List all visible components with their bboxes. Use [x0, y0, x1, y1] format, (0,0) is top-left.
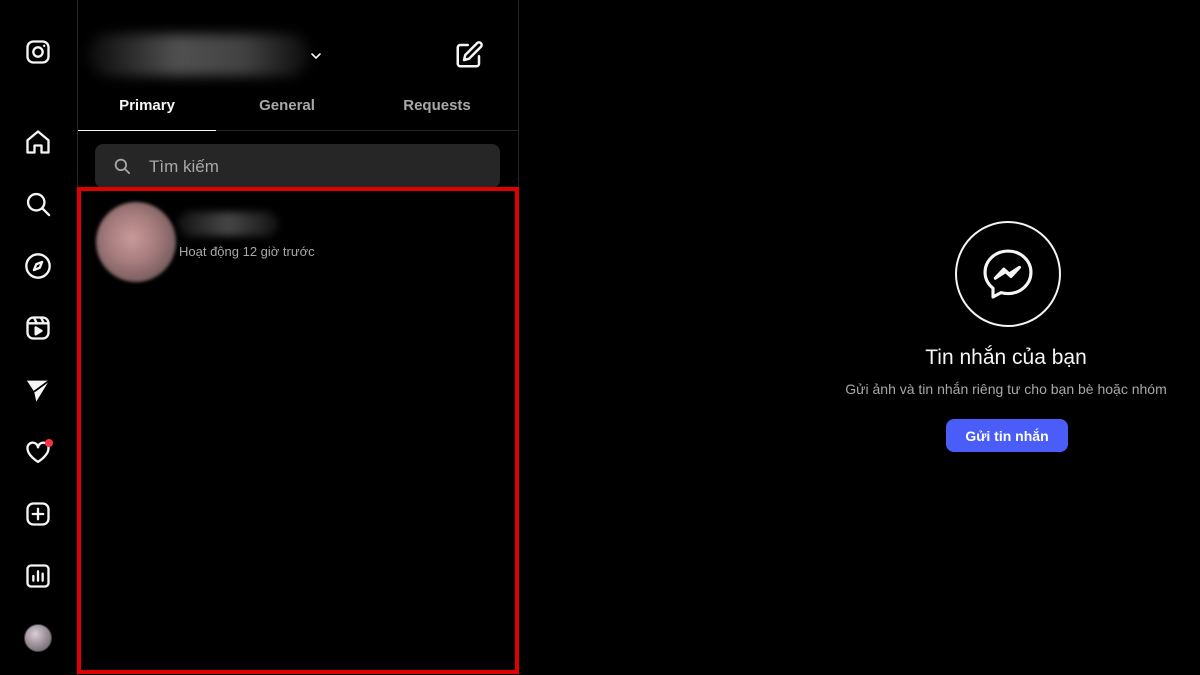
- tab-general[interactable]: General: [216, 88, 358, 130]
- message-pane: Tin nhắn của bạn Gửi ảnh và tin nhắn riê…: [519, 0, 1200, 675]
- search-icon: [114, 158, 131, 175]
- dashboard-chart-icon[interactable]: [17, 555, 59, 597]
- account-username-blurred[interactable]: [88, 34, 310, 76]
- search-input[interactable]: [147, 144, 491, 190]
- search-box: [95, 144, 500, 190]
- messenger-icon: [955, 221, 1061, 327]
- tab-primary[interactable]: Primary: [78, 88, 216, 131]
- conversation-item[interactable]: Hoạt động 12 giờ trước: [92, 200, 504, 288]
- chevron-down-icon[interactable]: [308, 48, 324, 64]
- compose-icon[interactable]: [454, 40, 484, 70]
- send-message-button[interactable]: Gửi tin nhắn: [946, 419, 1068, 452]
- conversation-name-blurred: [178, 212, 278, 236]
- inbox-header: [78, 0, 518, 92]
- messages-send-icon[interactable]: [17, 369, 59, 411]
- empty-state-title: Tin nhắn của bạn: [925, 346, 1087, 369]
- instagram-logo-icon[interactable]: [17, 31, 59, 73]
- notification-dot: [45, 439, 53, 447]
- notifications-heart-icon[interactable]: [17, 431, 59, 473]
- create-plus-icon[interactable]: [17, 493, 59, 535]
- explore-compass-icon[interactable]: [17, 245, 59, 287]
- home-icon[interactable]: [17, 121, 59, 163]
- search-icon[interactable]: [17, 183, 59, 225]
- nav-rail: [0, 0, 78, 675]
- inbox-panel: Primary General Requests Hoạt động 12 gi…: [77, 0, 519, 675]
- avatar: [24, 624, 52, 652]
- reels-icon[interactable]: [17, 307, 59, 349]
- conversation-avatar: [96, 202, 176, 282]
- inbox-tabs: Primary General Requests: [78, 88, 518, 131]
- conversation-status: Hoạt động 12 giờ trước: [179, 244, 315, 259]
- profile-avatar[interactable]: [17, 617, 59, 659]
- empty-state-subtitle: Gửi ảnh và tin nhắn riêng tư cho bạn bè …: [845, 381, 1167, 397]
- tab-requests[interactable]: Requests: [368, 88, 506, 130]
